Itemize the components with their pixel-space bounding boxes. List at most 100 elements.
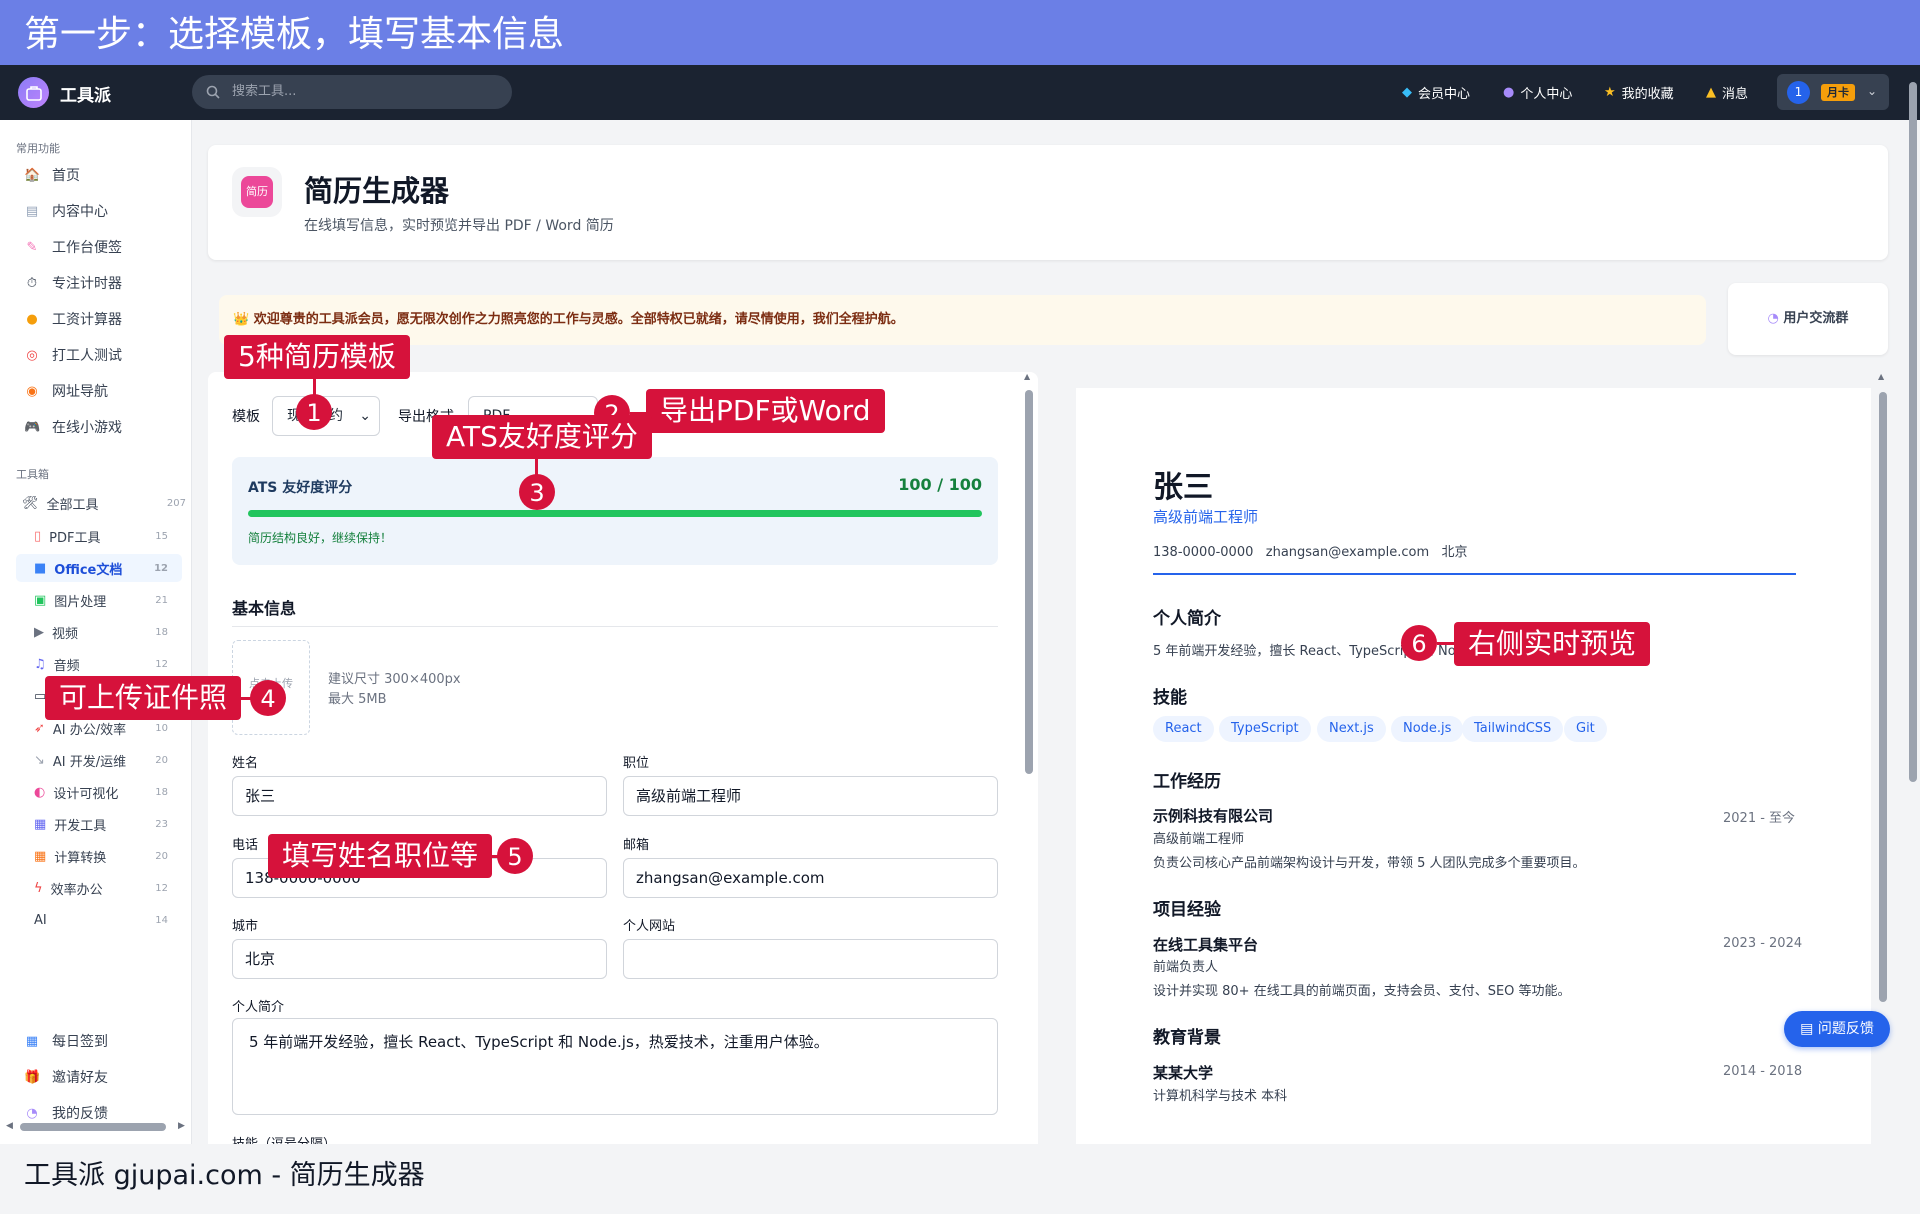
scroll-right-icon[interactable]: ▶ bbox=[178, 1121, 185, 1131]
community-button[interactable]: ◔ 用户交流群 bbox=[1728, 283, 1888, 355]
gamepad-icon: 🎮 bbox=[24, 419, 41, 435]
sidebar-item-calc[interactable]: ▦ 计算转换 20 bbox=[30, 842, 182, 870]
logo-icon[interactable] bbox=[18, 77, 49, 108]
scroll-up-icon[interactable]: ▲ bbox=[1878, 372, 1884, 381]
search-icon bbox=[206, 85, 220, 99]
nav-label: 消息 bbox=[1722, 87, 1749, 102]
palette-icon: ◐ bbox=[34, 784, 46, 800]
sidebar-item-checkin[interactable]: ▦ 每日签到 bbox=[24, 1029, 108, 1053]
phone-label: 电话 bbox=[232, 838, 259, 853]
ats-message: 简历结构良好，继续保持！ bbox=[248, 531, 393, 545]
code-icon: ▦ bbox=[34, 816, 47, 832]
preview-project-heading: 项目经验 bbox=[1153, 900, 1221, 920]
search-input[interactable]: 搜索工具... bbox=[192, 75, 512, 109]
annotation-templates: 5种简历模板 bbox=[224, 335, 410, 379]
sidebar-item-label: 邀请好友 bbox=[52, 1070, 108, 1086]
user-menu[interactable]: 1 月卡 ⌄ bbox=[1777, 74, 1889, 110]
position-field[interactable]: 高级前端工程师 bbox=[623, 776, 998, 816]
sidebar-item-salary[interactable]: ● 工资计算器 bbox=[24, 307, 122, 331]
tools-icon: 🛠 bbox=[22, 495, 39, 511]
page-scrollbar[interactable] bbox=[1908, 70, 1918, 1144]
feedback-label: 问题反馈 bbox=[1817, 1021, 1874, 1037]
lightning-icon: ϟ bbox=[34, 880, 43, 896]
sidebar-item-feedback[interactable]: ◔ 我的反馈 bbox=[24, 1101, 108, 1125]
sidebar-item-notes[interactable]: ✎ 工作台便签 bbox=[24, 235, 122, 259]
tool-label: 图片处理 bbox=[54, 594, 107, 610]
sidebar-item-test[interactable]: ◎ 打工人测试 bbox=[24, 343, 122, 367]
sidebar-item-efficiency[interactable]: ϟ 效率办公 12 bbox=[30, 874, 182, 902]
logo-text[interactable]: 工具派 bbox=[60, 81, 111, 106]
template-label: 模板 bbox=[232, 409, 260, 425]
welcome-banner: 👑 欢迎尊贵的工具派会员，愿无限次创作之力照亮您的工作与灵感。全部特权已就绪，请… bbox=[219, 295, 1706, 345]
tool-label: 设计可视化 bbox=[53, 786, 119, 802]
tool-label: 音频 bbox=[53, 658, 80, 674]
sidebar-item-pdf[interactable]: ▯ PDF工具 15 bbox=[30, 522, 182, 550]
preview-divider bbox=[1153, 573, 1796, 575]
sidebar-item-games[interactable]: 🎮 在线小游戏 bbox=[24, 415, 122, 439]
sidebar-item-label: 打工人测试 bbox=[52, 348, 122, 364]
sidebar-item-invite[interactable]: 🎁 邀请好友 bbox=[24, 1065, 108, 1089]
calendar-icon: ▦ bbox=[25, 1033, 39, 1049]
scroll-up-icon[interactable]: ▲ bbox=[1024, 372, 1030, 381]
annotation-number: 6 bbox=[1401, 625, 1437, 661]
preview-contact: 138-0000-0000 zhangsan@example.com 北京 bbox=[1153, 545, 1468, 560]
preview-project-desc: 设计并实现 80+ 在线工具的前端页面，支持会员、支付、SEO 等功能。 bbox=[1153, 984, 1571, 999]
bell-icon: ▲ bbox=[1706, 85, 1716, 100]
diamond-icon: ◆ bbox=[1402, 85, 1412, 100]
sidebar-item-label: 网址导航 bbox=[52, 384, 108, 400]
preview-edu-school: 某某大学 bbox=[1153, 1064, 1214, 1082]
sidebar-item-links[interactable]: ◉ 网址导航 bbox=[24, 379, 108, 403]
page-subtitle: 在线填写信息，实时预览并导出 PDF / Word 简历 bbox=[304, 218, 614, 234]
resume-preview: 张三 高级前端工程师 138-0000-0000 zhangsan@exampl… bbox=[1076, 388, 1871, 1144]
annotation-number: 1 bbox=[296, 394, 332, 430]
sidebar-item-design[interactable]: ◐ 设计可视化 18 bbox=[30, 778, 182, 806]
nav-profile[interactable]: ● 个人中心 bbox=[1503, 83, 1572, 102]
sidebar-item-label: 我的反馈 bbox=[52, 1106, 108, 1122]
sidebar-item-ai[interactable]: AI 14 bbox=[30, 906, 182, 934]
sidebar-item-image[interactable]: ▣ 图片处理 21 bbox=[30, 586, 182, 614]
tool-label: 开发工具 bbox=[54, 818, 107, 834]
page-title: 简历生成器 bbox=[304, 174, 450, 208]
annotation-preview: 右侧实时预览 bbox=[1454, 622, 1651, 666]
tool-count: 20 bbox=[155, 754, 168, 766]
summary-textarea[interactable]: 5 年前端开发经验，擅长 React、TypeScript 和 Node.js，… bbox=[232, 1018, 998, 1115]
sidebar-item-ai-dev[interactable]: ↘ AI 开发/运维 20 bbox=[30, 746, 182, 774]
website-label: 个人网站 bbox=[623, 919, 676, 934]
chevron-down-icon: ⌄ bbox=[359, 408, 371, 424]
sidebar-item-devtools[interactable]: ▦ 开发工具 23 bbox=[30, 810, 182, 838]
website-field[interactable] bbox=[623, 939, 998, 979]
scroll-left-icon[interactable]: ◀ bbox=[6, 1121, 13, 1131]
tool-count: 207 bbox=[166, 497, 186, 509]
sidebar-item-all-tools[interactable]: 🛠 全部工具 207 bbox=[18, 489, 188, 517]
preview-project-name: 在线工具集平台 bbox=[1153, 936, 1259, 954]
name-field[interactable]: 张三 bbox=[232, 776, 607, 816]
city-field[interactable]: 北京 bbox=[232, 939, 607, 979]
scrollbar-thumb[interactable] bbox=[1879, 392, 1887, 1002]
nav-messages[interactable]: ▲ 消息 bbox=[1706, 83, 1748, 102]
sidebar-item-home[interactable]: 🏠 首页 bbox=[24, 163, 80, 187]
nav-favorites[interactable]: ★ 我的收藏 bbox=[1604, 83, 1674, 102]
feedback-button[interactable]: ▤ 问题反馈 bbox=[1784, 1011, 1890, 1047]
email-field[interactable]: zhangsan@example.com bbox=[623, 858, 998, 898]
footer-caption: 工具派 gjupai.com - 简历生成器 bbox=[0, 1144, 1920, 1214]
sidebar-item-timer[interactable]: ⏱ 专注计时器 bbox=[24, 271, 122, 295]
sidebar-item-content[interactable]: ▤ 内容中心 bbox=[24, 199, 108, 223]
membership-badge: 月卡 bbox=[1821, 84, 1855, 101]
tool-label: 效率办公 bbox=[50, 882, 103, 898]
scrollbar-thumb[interactable] bbox=[1025, 390, 1033, 774]
music-icon: ♫ bbox=[34, 656, 46, 672]
nav-label: 我的收藏 bbox=[1621, 87, 1674, 102]
annotation-number: 3 bbox=[519, 474, 555, 510]
step-banner: 第一步：选择模板，填写基本信息 bbox=[0, 0, 1920, 65]
app-icon: 简历 bbox=[232, 167, 282, 217]
sidebar-item-office[interactable]: ■ Office文档 12 bbox=[16, 554, 182, 582]
scrollbar-thumb[interactable] bbox=[1909, 82, 1917, 782]
sidebar-item-audio[interactable]: ♫ 音频 12 bbox=[30, 650, 182, 678]
form-scrollbar[interactable]: ▲ bbox=[1024, 372, 1034, 1144]
page-header-card bbox=[208, 145, 1888, 260]
tool-count: 20 bbox=[155, 850, 168, 862]
preview-skills-heading: 技能 bbox=[1153, 688, 1187, 708]
sidebar-item-video[interactable]: ▶ 视频 18 bbox=[30, 618, 182, 646]
preview-work-date: 2021 - 至今 bbox=[1723, 811, 1796, 826]
nav-vip[interactable]: ◆ 会员中心 bbox=[1402, 83, 1470, 102]
